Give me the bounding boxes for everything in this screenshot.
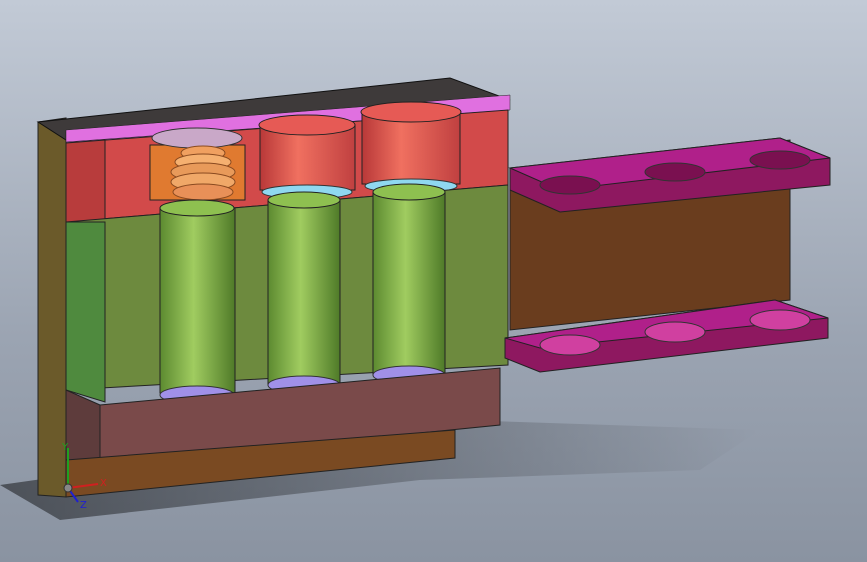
bellows-top-flange[interactable] [151, 127, 243, 149]
x-axis-line [67, 483, 99, 489]
green-block-side[interactable] [65, 221, 106, 403]
bracket-pocket [749, 309, 811, 331]
axis-triad[interactable]: Y X Z [48, 440, 118, 510]
x-axis-label: X [100, 478, 107, 489]
bracket-pocket [539, 175, 601, 195]
triad-origin [63, 483, 73, 493]
y-axis-label: Y [61, 442, 69, 453]
red-cylinder-right[interactable] [360, 101, 462, 194]
bracket-pocket [749, 150, 811, 170]
purple-bracket[interactable] [504, 137, 831, 373]
graphics-viewport[interactable]: Y X Z [0, 0, 867, 562]
bracket-pocket [539, 334, 601, 356]
green-cylinder-left[interactable] [159, 199, 236, 405]
bracket-pocket [644, 321, 706, 343]
z-axis-label: Z [80, 500, 87, 510]
green-cylinder-middle[interactable] [267, 191, 341, 395]
red-block-side[interactable] [65, 139, 106, 223]
green-cylinder-right[interactable] [372, 183, 446, 385]
bracket-pocket [644, 162, 706, 182]
red-cylinder-middle[interactable] [258, 114, 356, 200]
cad-model-section[interactable] [0, 0, 867, 562]
